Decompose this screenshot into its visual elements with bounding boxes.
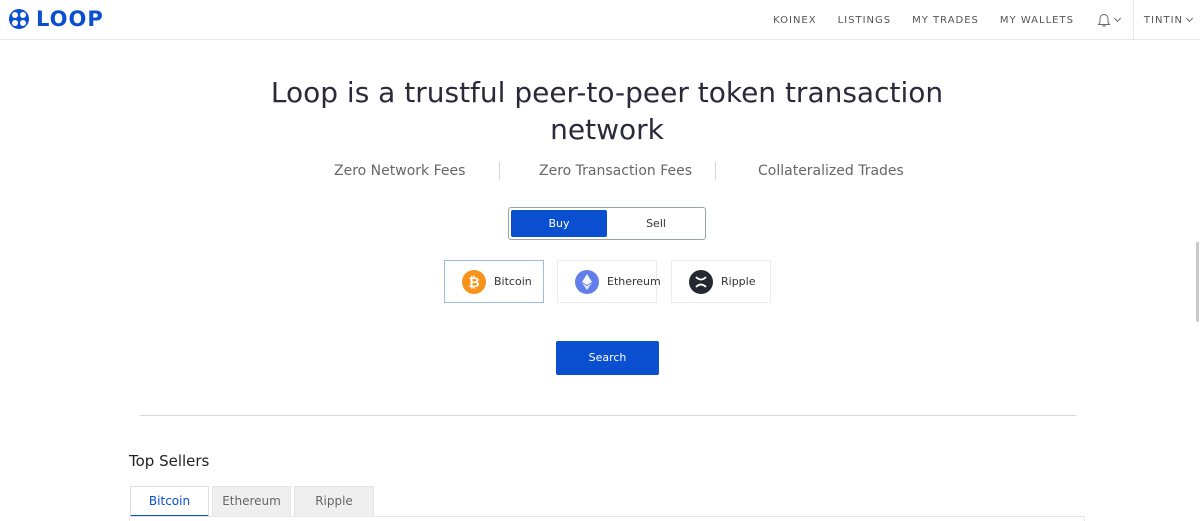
top-navbar: LOOP KOINEX LISTINGS MY TRADES MY WALLET… [0,0,1200,40]
nav-my-trades[interactable]: MY TRADES [912,15,979,26]
notifications-button[interactable] [1095,0,1123,40]
feature-separator [715,162,716,180]
chevron-down-icon [1114,14,1122,23]
coin-option-bitcoin[interactable]: ₿ Bitcoin [444,260,544,303]
top-sellers-panel [129,516,1085,521]
coin-label: Ripple [721,275,756,288]
chevron-down-icon [1185,14,1194,23]
top-sellers-title: Top Sellers [129,452,210,470]
feature-list: Zero Network Fees Zero Transaction Fees … [0,160,1200,182]
buy-button[interactable]: Buy [511,210,607,237]
tab-bitcoin[interactable]: Bitcoin [130,486,209,517]
feature-zero-network-fees: Zero Network Fees [334,163,466,179]
section-divider [140,415,1076,416]
scrollbar[interactable] [1196,242,1199,322]
main-nav: KOINEX LISTINGS MY TRADES MY WALLETS TIN… [773,0,1200,40]
logo[interactable]: LOOP [8,6,104,32]
tab-ripple[interactable]: Ripple [294,486,374,517]
search-button[interactable]: Search [556,341,659,375]
feature-zero-transaction-fees: Zero Transaction Fees [539,163,693,179]
nav-divider [1132,0,1134,40]
buy-sell-toggle: Buy Sell [508,207,706,240]
username: TINTIN [1143,14,1183,26]
coin-option-ripple[interactable]: Ripple [671,260,771,303]
sell-button[interactable]: Sell [609,210,703,237]
bell-icon [1097,13,1111,27]
feature-separator [499,162,500,180]
tab-ethereum[interactable]: Ethereum [212,486,291,517]
user-menu[interactable]: TINTIN [1143,14,1194,26]
logo-text: LOOP [36,7,104,31]
feature-collateralized-trades: Collateralized Trades [758,163,904,179]
loop-logo-icon [8,8,30,30]
ethereum-icon [575,269,599,294]
hero-title: Loop is a trustful peer-to-peer token tr… [270,76,944,146]
svg-text:₿: ₿ [468,275,479,291]
coin-label: Bitcoin [494,275,532,288]
nav-my-wallets[interactable]: MY WALLETS [1000,15,1074,26]
ripple-icon [689,269,713,294]
coin-option-ethereum[interactable]: Ethereum [557,260,661,303]
bitcoin-icon: ₿ [462,269,486,294]
nav-listings[interactable]: LISTINGS [838,15,892,26]
nav-koinex[interactable]: KOINEX [773,15,816,26]
coin-label: Ethereum [607,275,661,288]
